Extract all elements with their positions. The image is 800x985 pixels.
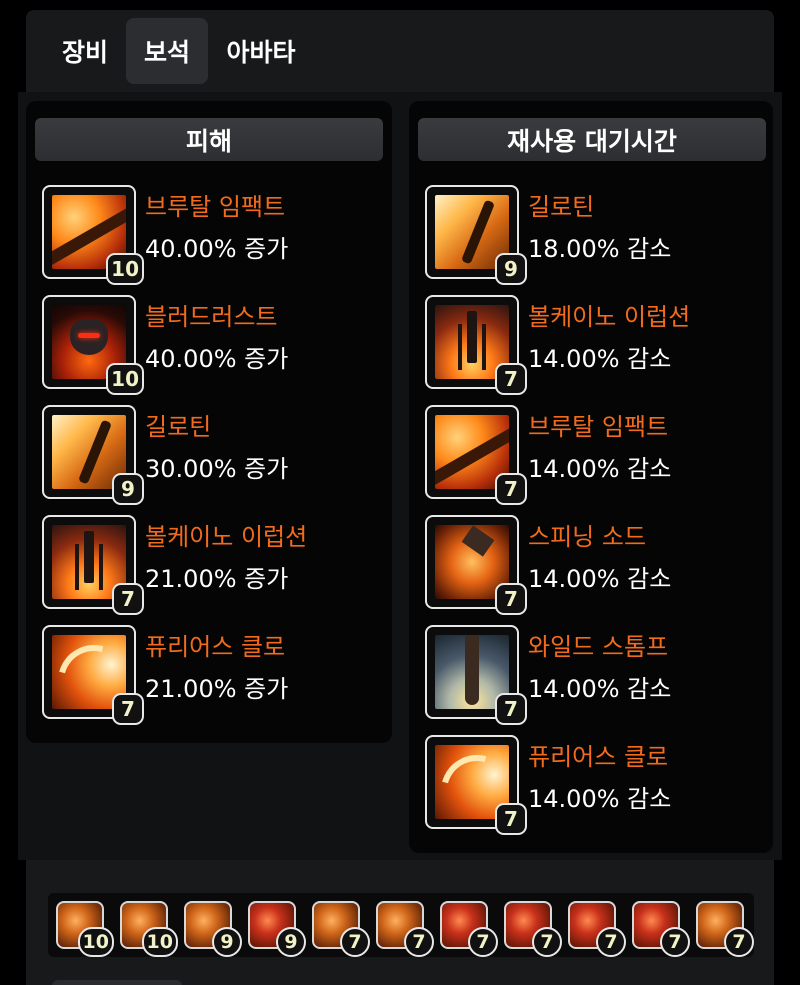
skill-name: 스피닝 소드 (528, 523, 647, 551)
gem-level-badge: 7 (468, 927, 498, 957)
list-item[interactable]: 7 퓨리어스 클로 21.00% 증가 (42, 625, 382, 725)
gem-level-badge: 7 (596, 927, 626, 957)
gem-level-badge: 7 (112, 693, 144, 725)
guillotine-icon: 9 (42, 405, 144, 505)
gem-icon[interactable]: 7 (312, 901, 370, 957)
gem-strip: 10 10 9 9 7 7 7 7 7 7 7 (48, 893, 754, 957)
gem-level-badge: 7 (532, 927, 562, 957)
tab-bar: 장비 보석 아바타 (40, 18, 314, 84)
gem-icon[interactable]: 7 (440, 901, 498, 957)
damage-panel: 피해 10 브루탈 임팩트 40.00% 증가 10 블러드러스트 40.00%… (26, 101, 392, 743)
list-item[interactable]: 10 블러드러스트 40.00% 증가 (42, 295, 382, 395)
gem-level-badge: 9 (495, 253, 527, 285)
gem-level-badge: 9 (212, 927, 242, 957)
skill-name: 블러드러스트 (145, 303, 278, 331)
gem-level-badge: 7 (495, 693, 527, 725)
tab-avatar[interactable]: 아바타 (208, 18, 314, 84)
list-item[interactable]: 7 퓨리어스 클로 14.00% 감소 (425, 735, 765, 835)
gem-level-badge: 7 (724, 927, 754, 957)
list-item[interactable]: 7 볼케이노 이럽션 21.00% 증가 (42, 515, 382, 615)
brutal-impact-icon: 10 (42, 185, 144, 285)
skill-effect: 14.00% 감소 (528, 785, 672, 813)
gem-level-badge: 9 (112, 473, 144, 505)
list-item[interactable]: 9 길로틴 30.00% 증가 (42, 405, 382, 505)
skill-effect: 30.00% 증가 (145, 455, 289, 483)
gem-level-badge: 10 (106, 363, 144, 395)
gem-icon[interactable]: 7 (696, 901, 754, 957)
gem-level-badge: 10 (141, 927, 178, 957)
skill-effect: 14.00% 감소 (528, 345, 672, 373)
volcano-eruption-icon: 7 (42, 515, 144, 615)
list-item[interactable]: 10 브루탈 임팩트 40.00% 증가 (42, 185, 382, 285)
gem-icon[interactable]: 7 (376, 901, 434, 957)
skill-name: 볼케이노 이럽션 (528, 303, 691, 331)
gem-icon[interactable]: 10 (56, 901, 114, 957)
gem-level-badge: 7 (112, 583, 144, 615)
furious-claw-icon: 7 (42, 625, 144, 725)
skill-name: 퓨리어스 클로 (528, 743, 669, 771)
gem-icon[interactable]: 7 (568, 901, 626, 957)
spinning-sword-icon: 7 (425, 515, 527, 615)
list-item[interactable]: 7 스피닝 소드 14.00% 감소 (425, 515, 765, 615)
skill-name: 길로틴 (528, 193, 595, 221)
skill-name: 퓨리어스 클로 (145, 633, 286, 661)
tab-equipment[interactable]: 장비 (44, 18, 126, 84)
brutal-impact-icon: 7 (425, 405, 527, 505)
gem-level-badge: 10 (106, 253, 144, 285)
gem-icon[interactable]: 9 (248, 901, 306, 957)
list-item[interactable]: 7 볼케이노 이럽션 14.00% 감소 (425, 295, 765, 395)
furious-claw-icon: 7 (425, 735, 527, 835)
wild-stomp-icon: 7 (425, 625, 527, 725)
gem-icon[interactable]: 7 (632, 901, 690, 957)
list-item[interactable]: 7 와일드 스톰프 14.00% 감소 (425, 625, 765, 725)
gem-level-badge: 7 (404, 927, 434, 957)
volcano-eruption-icon: 7 (425, 295, 527, 395)
skill-name: 길로틴 (145, 413, 212, 441)
list-item[interactable]: 9 길로틴 18.00% 감소 (425, 185, 765, 285)
gem-level-badge: 7 (495, 583, 527, 615)
skill-name: 와일드 스톰프 (528, 633, 669, 661)
gem-icon[interactable]: 9 (184, 901, 242, 957)
cooldown-panel: 재사용 대기시간 9 길로틴 18.00% 감소 7 볼케이노 이럽션 14.0… (409, 101, 773, 853)
skill-effect: 18.00% 감소 (528, 235, 672, 263)
gem-level-badge: 9 (276, 927, 306, 957)
skill-effect: 40.00% 증가 (145, 235, 289, 263)
gem-level-badge: 7 (495, 363, 527, 395)
gem-level-badge: 7 (340, 927, 370, 957)
damage-panel-header: 피해 (35, 118, 383, 161)
skill-effect: 14.00% 감소 (528, 675, 672, 703)
skill-effect: 21.00% 증가 (145, 565, 289, 593)
skill-name: 볼케이노 이럽션 (145, 523, 308, 551)
gem-level-badge: 7 (495, 473, 527, 505)
bloodlust-icon: 10 (42, 295, 144, 395)
cooldown-panel-header: 재사용 대기시간 (418, 118, 766, 161)
gem-icon[interactable]: 7 (504, 901, 562, 957)
skill-name: 브루탈 임팩트 (528, 413, 669, 441)
bottom-tab[interactable] (52, 980, 182, 985)
skill-effect: 14.00% 감소 (528, 565, 672, 593)
tab-gems[interactable]: 보석 (126, 18, 208, 84)
gem-level-badge: 7 (495, 803, 527, 835)
gem-level-badge: 10 (77, 927, 114, 957)
skill-effect: 14.00% 감소 (528, 455, 672, 483)
gem-icon[interactable]: 10 (120, 901, 178, 957)
gem-level-badge: 7 (660, 927, 690, 957)
guillotine-icon: 9 (425, 185, 527, 285)
skill-effect: 40.00% 증가 (145, 345, 289, 373)
list-item[interactable]: 7 브루탈 임팩트 14.00% 감소 (425, 405, 765, 505)
skill-name: 브루탈 임팩트 (145, 193, 286, 221)
skill-effect: 21.00% 증가 (145, 675, 289, 703)
